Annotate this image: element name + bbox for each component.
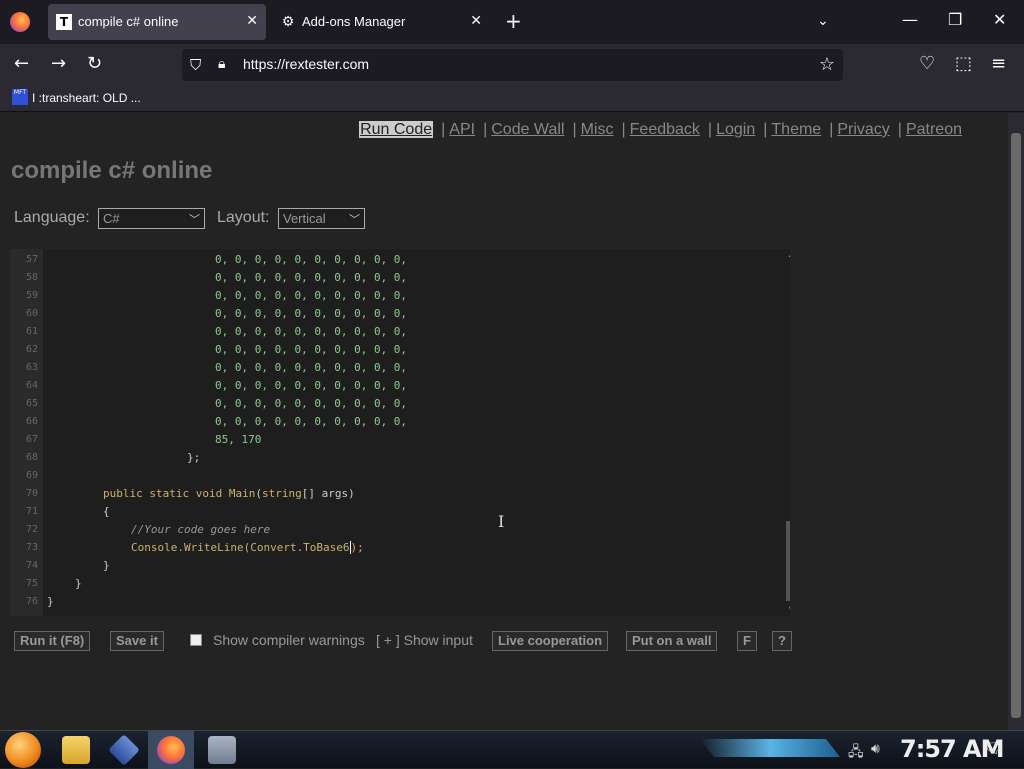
close-tab-icon[interactable]: ✕ bbox=[470, 13, 482, 29]
save-button[interactable]: Save it bbox=[110, 631, 164, 651]
line-number: 66 bbox=[25, 416, 38, 427]
extensions-icon[interactable]: ⬚ bbox=[955, 54, 972, 74]
line-number: 76 bbox=[25, 596, 38, 607]
nav-feedback[interactable]: Feedback bbox=[630, 121, 700, 138]
bookmarks-bar: MFT I :transheart: OLD ... bbox=[0, 86, 1024, 112]
nav-theme[interactable]: Theme bbox=[771, 121, 821, 138]
scrollbar-thumb[interactable] bbox=[786, 521, 790, 601]
scroll-up-icon[interactable]: ▲ bbox=[787, 249, 790, 259]
network-icon[interactable]: 🖧 bbox=[848, 741, 864, 765]
nav-patreon[interactable]: Patreon bbox=[906, 121, 962, 138]
line-number: 67 bbox=[25, 434, 38, 445]
navigation-bar: ← → ↻ ⛉ 🔒︎ https://rextester.com ☆ ♡ ⬚ ≡ bbox=[0, 44, 1024, 86]
line-number: 59 bbox=[25, 290, 38, 301]
firefox-view-icon[interactable] bbox=[10, 12, 30, 32]
line-number: 65 bbox=[25, 398, 38, 409]
tab-compile-csharp[interactable]: T compile c# online ✕ bbox=[48, 4, 266, 40]
code-editor[interactable]: 57 0, 0, 0, 0, 0, 0, 0, 0, 0, 0, 58 0, 0, … bbox=[10, 249, 790, 616]
nav-misc[interactable]: Misc bbox=[581, 121, 614, 138]
volume-icon[interactable]: 🔊︎ bbox=[871, 741, 880, 757]
line-number: 57 bbox=[25, 254, 38, 265]
new-tab-button[interactable]: + bbox=[505, 10, 522, 32]
address-bar[interactable]: ⛉ 🔒︎ https://rextester.com ☆ bbox=[182, 49, 843, 81]
line-number: 64 bbox=[25, 380, 38, 391]
chevron-down-icon: ﹀ bbox=[349, 214, 360, 226]
tab-title: compile c# online bbox=[78, 14, 179, 29]
list-all-tabs-icon[interactable]: ⌄ bbox=[817, 13, 829, 29]
notification-icon[interactable]: 🗨 bbox=[984, 741, 1002, 757]
start-button[interactable] bbox=[5, 732, 41, 768]
line-number: 74 bbox=[25, 560, 38, 571]
puzzle-icon: ⚙ bbox=[281, 14, 295, 30]
taskbar: 🖧 🔊︎ 7:57 AM 🗨 bbox=[0, 730, 1024, 769]
tab-bar: T compile c# online ✕ ⚙ Add-ons Manager … bbox=[0, 0, 1024, 44]
forward-icon[interactable]: → bbox=[51, 54, 66, 74]
close-window-button[interactable]: ✕ bbox=[993, 10, 1006, 29]
tab-addons-manager[interactable]: ⚙ Add-ons Manager ✕ bbox=[272, 4, 490, 40]
close-tab-icon[interactable]: ✕ bbox=[246, 13, 258, 29]
menu-icon[interactable]: ≡ bbox=[991, 54, 1006, 74]
line-number: 68 bbox=[25, 452, 38, 463]
page-scrollbar-thumb[interactable] bbox=[1011, 133, 1021, 718]
bookmark-item[interactable]: I :transheart: OLD ... bbox=[32, 91, 141, 105]
tab-title: Add-ons Manager bbox=[302, 14, 406, 29]
line-number: 70 bbox=[25, 488, 38, 499]
back-icon[interactable]: ← bbox=[14, 54, 29, 74]
lock-icon[interactable]: 🔒︎ bbox=[218, 56, 225, 72]
text-cursor-icon: I bbox=[498, 512, 505, 531]
tab-favicon: T bbox=[56, 14, 72, 30]
line-number: 63 bbox=[25, 362, 38, 373]
minimize-button[interactable]: — bbox=[902, 10, 918, 29]
line-number: 61 bbox=[25, 326, 38, 337]
line-number: 72 bbox=[25, 524, 38, 535]
line-number: 60 bbox=[25, 308, 38, 319]
line-number: 58 bbox=[25, 272, 38, 283]
language-label: Language: bbox=[14, 209, 90, 226]
visual-studio-icon[interactable] bbox=[108, 734, 140, 766]
show-input-link[interactable]: [ + ] Show input bbox=[376, 632, 473, 648]
line-number: 75 bbox=[25, 578, 38, 589]
bookmark-star-icon[interactable]: ☆ bbox=[819, 54, 835, 75]
layout-select[interactable]: Vertical ﹀ bbox=[278, 208, 365, 229]
line-number: 71 bbox=[25, 506, 38, 517]
firefox-taskbar-icon[interactable] bbox=[157, 736, 185, 764]
site-nav: Run Code | API | Code Wall | Misc | Feedback | Log… bbox=[359, 121, 962, 138]
line-number: 73 bbox=[25, 542, 38, 553]
layout-value: Vertical bbox=[283, 211, 326, 226]
tracking-protection-icon[interactable]: ⛉ bbox=[190, 56, 201, 74]
nav-code-wall[interactable]: Code Wall bbox=[491, 121, 564, 138]
editor-scrollbar[interactable]: ▲ ▼ bbox=[785, 249, 790, 616]
live-cooperation-button[interactable]: Live cooperation bbox=[492, 631, 609, 651]
taskbar-decoration bbox=[700, 739, 840, 757]
compiler-warnings-checkbox[interactable] bbox=[190, 634, 202, 646]
page-scrollbar[interactable] bbox=[1008, 113, 1024, 730]
line-number: 69 bbox=[25, 470, 38, 481]
language-value: C# bbox=[103, 211, 120, 226]
nav-privacy[interactable]: Privacy bbox=[837, 121, 889, 138]
put-on-wall-button[interactable]: Put on a wall bbox=[626, 631, 718, 651]
layout-label: Layout: bbox=[217, 209, 270, 226]
remote-desktop-icon[interactable] bbox=[208, 736, 236, 764]
page-content: Run Code | API | Code Wall | Misc | Feedback | Log… bbox=[0, 113, 1008, 730]
bookmark-favicon: MFT bbox=[12, 89, 28, 105]
scroll-down-icon[interactable]: ▼ bbox=[787, 604, 790, 614]
url-text[interactable]: https://rextester.com bbox=[243, 56, 369, 72]
nav-run-code[interactable]: Run Code bbox=[359, 121, 434, 138]
restore-button[interactable]: ❐ bbox=[948, 10, 962, 29]
language-select[interactable]: C# ﹀ bbox=[98, 208, 205, 229]
nav-login[interactable]: Login bbox=[716, 121, 755, 138]
run-button[interactable]: Run it (F8) bbox=[14, 631, 91, 651]
page-title: compile c# online bbox=[11, 157, 213, 184]
help-button[interactable]: ? bbox=[772, 631, 792, 651]
compiler-warnings-label: Show compiler warnings bbox=[213, 632, 365, 648]
pocket-icon[interactable]: ♡ bbox=[919, 54, 935, 74]
f-button[interactable]: F bbox=[737, 631, 757, 651]
nav-api[interactable]: API bbox=[449, 121, 475, 138]
reload-icon[interactable]: ↻ bbox=[87, 54, 102, 74]
line-number: 62 bbox=[25, 344, 38, 355]
file-explorer-icon[interactable] bbox=[62, 736, 90, 764]
chevron-down-icon: ﹀ bbox=[189, 214, 200, 226]
